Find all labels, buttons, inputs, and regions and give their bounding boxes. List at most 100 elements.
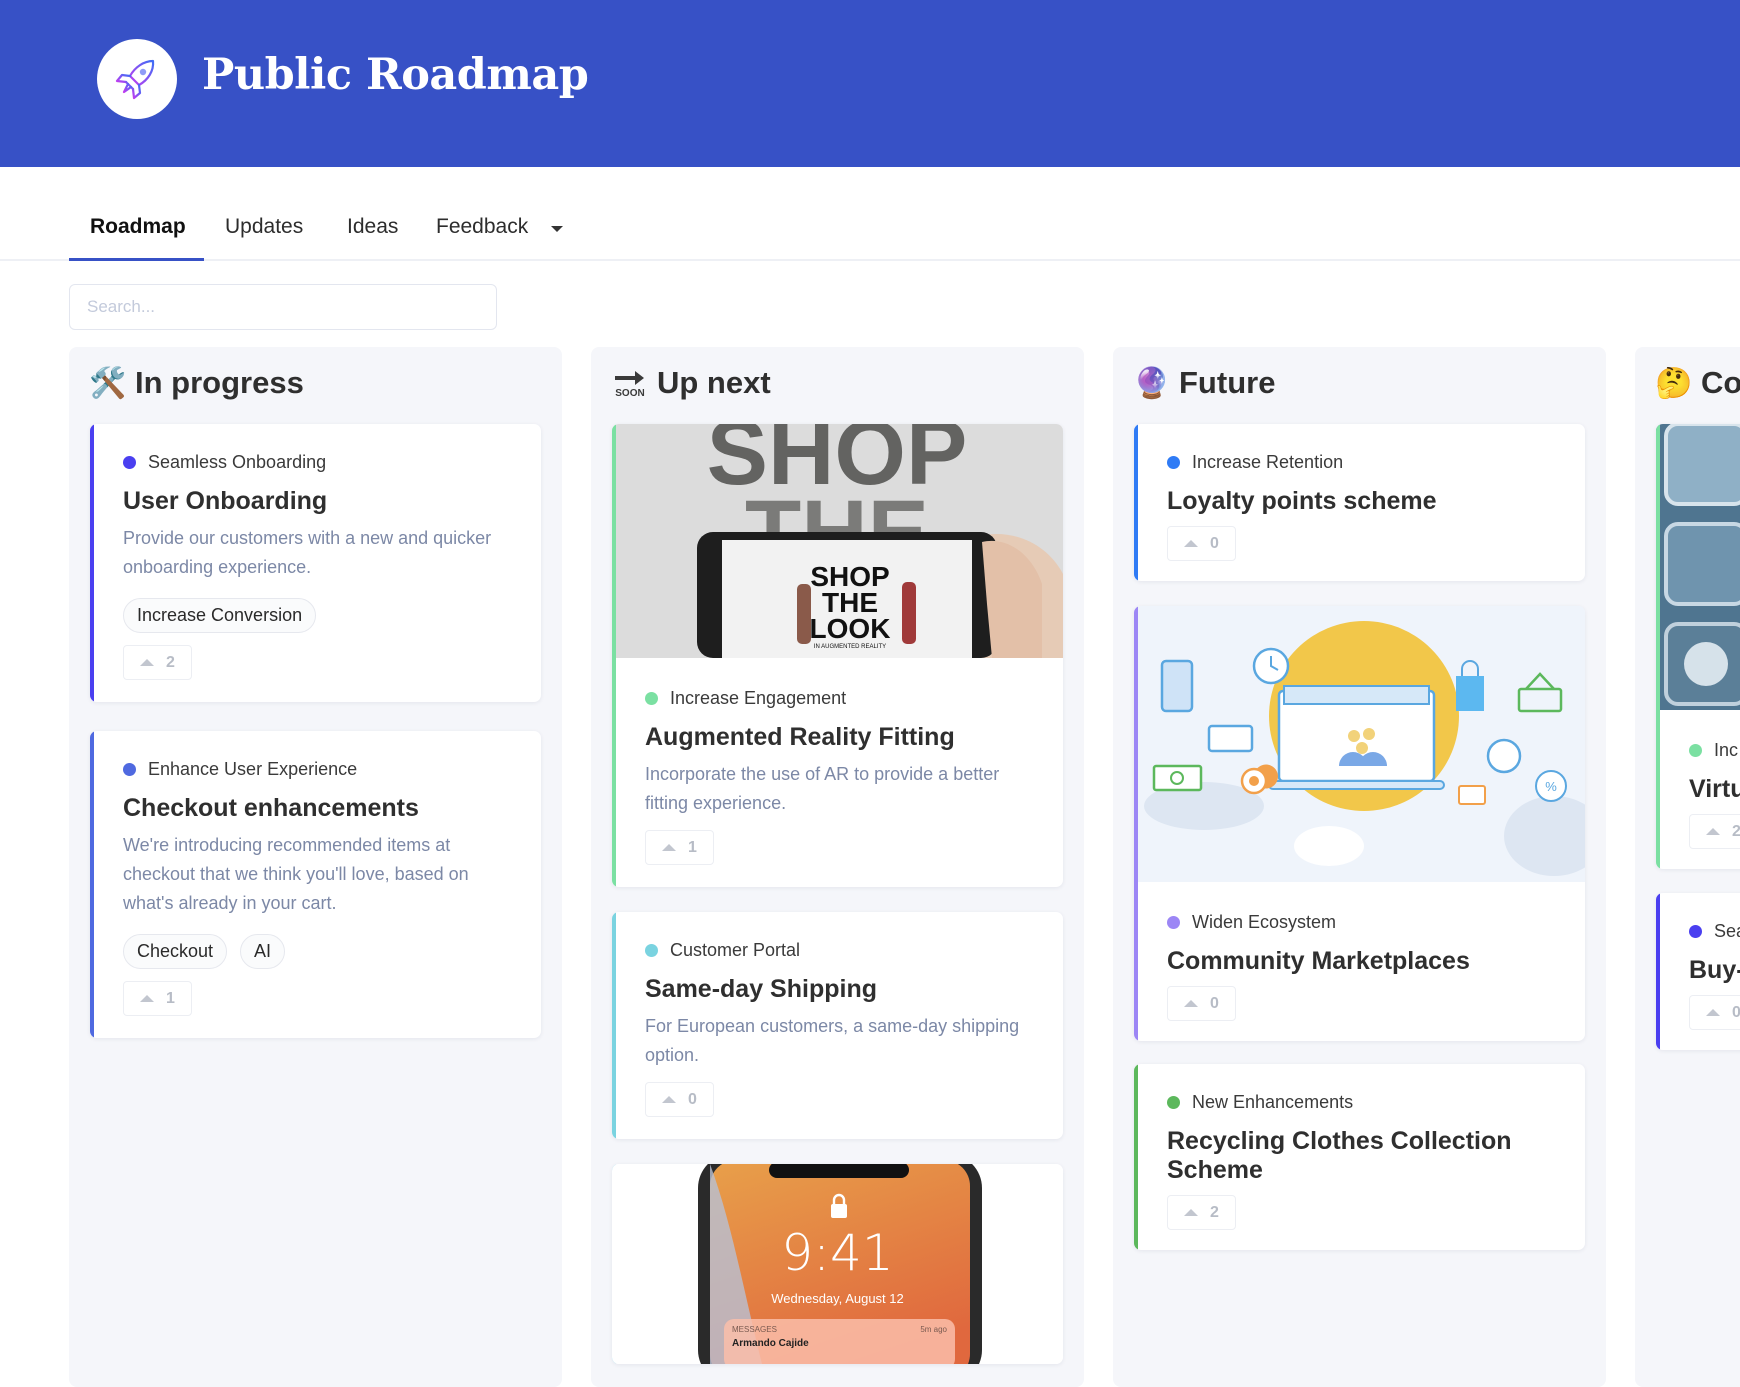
tab-updates[interactable]: Updates (225, 215, 303, 239)
goal-dot-icon (645, 692, 658, 705)
upvote-button[interactable]: 0 (1167, 986, 1236, 1021)
column-title: 🔮 Future (1133, 365, 1276, 401)
goal-dot-icon (123, 456, 136, 469)
soon-arrow-icon: SOON (613, 368, 647, 398)
thinking-face-icon: 🤔 (1655, 366, 1693, 400)
goal-label: Inc (1689, 740, 1740, 761)
upvote-arrow-icon (1706, 1009, 1720, 1016)
upvote-button[interactable]: 0 (645, 1082, 714, 1117)
goal-text: Sea (1714, 921, 1740, 941)
vote-count: 0 (1210, 534, 1219, 552)
vote-count: 1 (166, 989, 175, 1007)
goal-dot-icon (645, 944, 658, 957)
roadmap-card[interactable]: Customer Portal Same-day Shipping For Eu… (612, 912, 1063, 1139)
tab-feedback[interactable]: Feedback (436, 215, 528, 239)
roadmap-card[interactable]: Sea Buy- 0 (1656, 893, 1740, 1050)
vote-count: 2 (166, 653, 175, 671)
goal-text: Increase Retention (1192, 452, 1344, 472)
goal-text: Widen Ecosystem (1192, 912, 1337, 932)
upvote-arrow-icon (1184, 540, 1198, 547)
lock-screen-time: 9:41 (781, 1224, 894, 1282)
upvote-button[interactable]: 1 (645, 830, 714, 865)
goal-text: Inc (1714, 740, 1739, 760)
goal-label: Enhance User Experience (123, 759, 509, 780)
card-description: Incorporate the use of AR to provide a b… (645, 764, 1000, 813)
column-title-text: Up next (657, 365, 771, 400)
upvote-button[interactable]: 2 (123, 645, 192, 680)
vote-count: 0 (1732, 1003, 1740, 1021)
tag[interactable]: Increase Conversion (123, 598, 317, 633)
card-description: For European customers, a same-day shipp… (645, 1016, 1020, 1065)
vote-count: 1 (688, 838, 697, 856)
phone-lock-screen-image: 9:41 Wednesday, August 12 MESSAGES 5m ag… (612, 1164, 1063, 1364)
column-in-progress: 🛠️ In progress Seamless Onboarding User … (69, 347, 562, 1387)
goal-label: Widen Ecosystem (1167, 912, 1553, 933)
keyboard-image (1656, 424, 1740, 710)
card-title: Buy- (1689, 956, 1740, 984)
upvote-button[interactable]: 2 (1167, 1195, 1236, 1230)
crystal-ball-icon: 🔮 (1133, 366, 1171, 400)
tab-ideas[interactable]: Ideas (347, 215, 398, 239)
goal-label: Seamless Onboarding (123, 452, 509, 473)
roadmap-card[interactable]: SHOP THE SHOP THE LOOK IN AUGMENTED REAL… (612, 424, 1063, 887)
goal-dot-icon (1689, 925, 1702, 938)
chevron-down-icon[interactable] (551, 226, 563, 232)
goal-text: Increase Engagement (670, 688, 847, 708)
upvote-button[interactable]: 1 (123, 981, 192, 1016)
upvote-arrow-icon (1184, 1209, 1198, 1216)
goal-label: Increase Retention (1167, 452, 1553, 473)
roadmap-card[interactable]: Increase Retention Loyalty points scheme… (1134, 424, 1585, 581)
svg-text:%: % (1545, 779, 1557, 794)
goal-label: New Enhancements (1167, 1092, 1553, 1113)
column-title-text: Co (1701, 365, 1740, 400)
goal-dot-icon (123, 763, 136, 776)
column-up-next: SOON Up next SHOP THE SHOP THE LOOK IN A… (591, 347, 1084, 1387)
logo[interactable] (97, 39, 177, 119)
column-title: 🛠️ In progress (89, 365, 304, 401)
card-title: Augmented Reality Fitting (645, 723, 955, 751)
upvote-button[interactable]: 0 (1689, 995, 1740, 1030)
vote-count: 0 (1210, 994, 1219, 1012)
page-title: Public Roadmap (202, 50, 589, 100)
active-tab-indicator (69, 258, 204, 261)
notification-app: MESSAGES (732, 1325, 777, 1334)
column-title: 🤔 Co (1655, 365, 1740, 401)
goal-dot-icon (1689, 744, 1702, 757)
column-title-text: In progress (135, 365, 304, 400)
roadmap-card[interactable]: Inc Virtu 2 (1656, 424, 1740, 869)
goal-label: Sea (1689, 921, 1740, 942)
roadmap-card[interactable]: New Enhancements Recycling Clothes Colle… (1134, 1064, 1585, 1250)
card-description: Provide our customers with a new and qui… (123, 528, 492, 577)
roadmap-card[interactable]: Enhance User Experience Checkout enhance… (90, 731, 541, 1038)
upvote-arrow-icon (1706, 828, 1720, 835)
card-title: Same-day Shipping (645, 975, 877, 1003)
column-future: 🔮 Future Increase Retention Loyalty poin… (1113, 347, 1606, 1387)
column-title-text: Future (1179, 365, 1276, 400)
upvote-arrow-icon (662, 1096, 676, 1103)
vote-count: 2 (1732, 822, 1740, 840)
search-input[interactable] (69, 284, 497, 330)
goal-text: Enhance User Experience (148, 759, 358, 779)
card-title: User Onboarding (123, 487, 328, 515)
roadmap-card[interactable]: 9:41 Wednesday, August 12 MESSAGES 5m ag… (612, 1164, 1063, 1364)
tag-list: Increase Conversion (123, 598, 509, 633)
upvote-button[interactable]: 0 (1167, 526, 1236, 561)
roadmap-card[interactable]: Seamless Onboarding User Onboarding Prov… (90, 424, 541, 702)
hammer-and-wrench-icon: 🛠️ (89, 366, 127, 400)
goal-dot-icon (1167, 1096, 1180, 1109)
card-title: Virtu (1689, 775, 1740, 803)
card-title: Loyalty points scheme (1167, 487, 1437, 515)
card-description: We're introducing recommended items at c… (123, 835, 469, 913)
tab-bar: Roadmap Updates Ideas Feedback (0, 167, 1740, 261)
tag[interactable]: Checkout (123, 934, 228, 969)
goal-text: New Enhancements (1192, 1092, 1354, 1112)
notification-sender: Armando Cajide (732, 1338, 809, 1349)
tab-roadmap[interactable]: Roadmap (90, 215, 186, 239)
upvote-button[interactable]: 2 (1689, 814, 1740, 849)
tag-list: Checkout AI (123, 934, 509, 969)
tag[interactable]: AI (240, 934, 286, 969)
vote-count: 2 (1210, 1203, 1219, 1221)
roadmap-card[interactable]: % Widen Ecosystem Community Marketplaces… (1134, 606, 1585, 1041)
column-considering: 🤔 Co Inc Virtu 2 Sea Buy- 0 (1635, 347, 1740, 1387)
goal-text: Seamless Onboarding (148, 452, 327, 472)
